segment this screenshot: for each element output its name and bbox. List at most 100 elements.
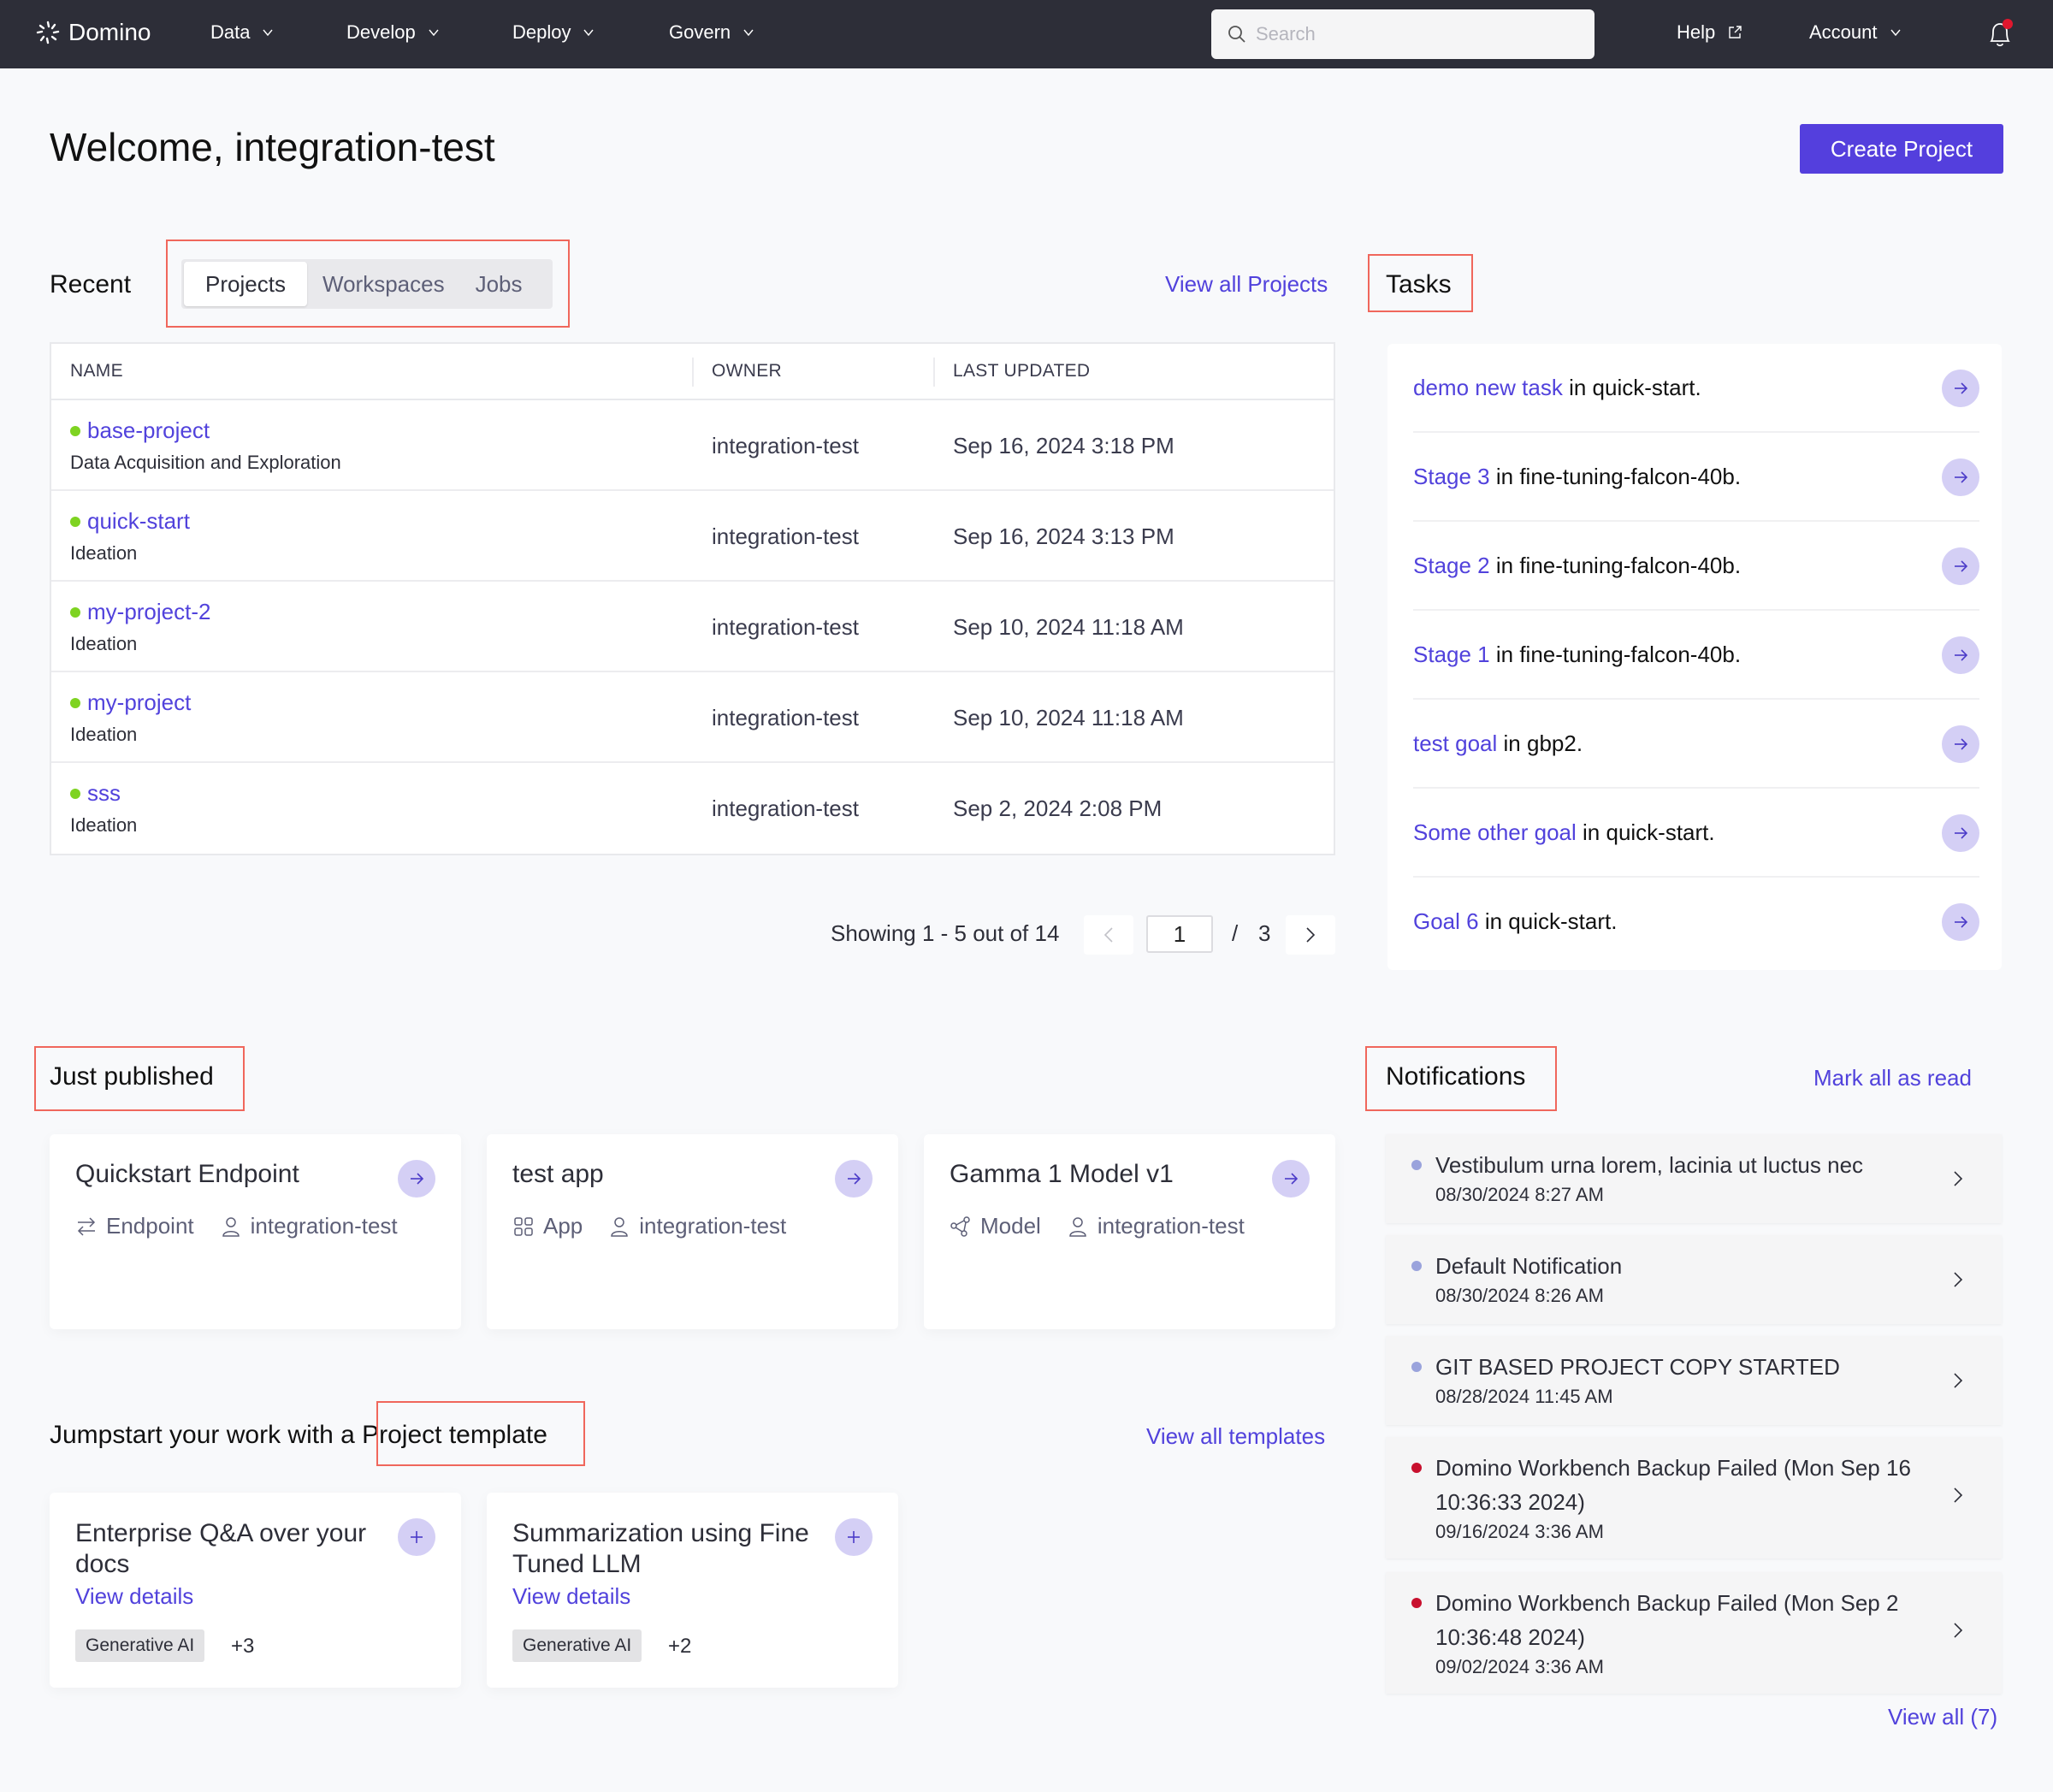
brand-logo[interactable]: Domino [36,19,151,46]
task-link[interactable]: Goal 6 [1413,908,1479,934]
next-page-button[interactable] [1286,915,1335,955]
project-link[interactable]: base-project [70,417,210,444]
nav-menu-label: Deploy [512,21,571,43]
more-tags-count[interactable]: +2 [668,1635,691,1659]
recent-section-title: Recent [50,270,132,299]
notification-item[interactable]: Default Notification 08/30/2024 8:26 AM [1386,1235,2002,1324]
nav-menu-develop[interactable]: Develop [346,21,440,44]
page-number-input[interactable] [1146,915,1213,953]
column-header-owner[interactable]: OWNER [712,361,782,381]
task-item[interactable]: Goal 6 in quick-start. [1413,878,1979,967]
table-header: NAME OWNER LAST UPDATED [51,344,1334,400]
external-link-icon [1729,26,1742,38]
project-last-updated: Sep 10, 2024 11:18 AM [953,705,1184,730]
open-published-button[interactable] [1272,1160,1310,1198]
task-item[interactable]: test goal in gbp2. [1413,700,1979,789]
published-card[interactable]: Quickstart Endpoint Endpoint integration… [50,1134,461,1329]
recent-projects-table: NAME OWNER LAST UPDATED base-project Dat… [50,342,1335,855]
more-tags-count[interactable]: +3 [231,1635,254,1659]
task-link[interactable]: demo new task [1413,375,1563,400]
status-dot [70,788,80,799]
task-item[interactable]: demo new task in quick-start. [1413,344,1979,433]
template-card[interactable]: Enterprise Q&A over your docs View detai… [50,1493,461,1688]
page-title: Welcome, integration-test [50,125,495,169]
open-published-button[interactable] [835,1160,873,1198]
notification-item[interactable]: GIT BASED PROJECT COPY STARTED 08/28/202… [1386,1336,2002,1425]
column-header-last-updated[interactable]: LAST UPDATED [953,361,1090,381]
notifications-bell-icon[interactable] [1986,17,2014,51]
project-link[interactable]: my-project-2 [70,599,210,625]
open-task-button[interactable] [1942,547,1979,585]
project-link[interactable]: quick-start [70,508,190,535]
search-input[interactable] [1256,23,1581,45]
task-link[interactable]: Stage 2 [1413,553,1490,578]
published-card[interactable]: test app App integration-test [487,1134,898,1329]
error-dot [1411,1463,1422,1473]
published-item-type: Model [980,1213,1041,1239]
table-row[interactable]: base-project Data Acquisition and Explor… [51,400,1334,491]
open-task-button[interactable] [1942,636,1979,674]
tab-projects[interactable]: Projects [184,262,307,306]
view-details-link[interactable]: View details [512,1583,630,1610]
create-project-button[interactable]: Create Project [1800,124,2003,174]
domino-logo-icon [36,21,60,44]
project-link[interactable]: my-project [70,689,191,716]
previous-page-button[interactable] [1084,915,1133,955]
task-link[interactable]: Some other goal [1413,819,1577,845]
task-item[interactable]: Stage 2 in fine-tuning-falcon-40b. [1413,522,1979,611]
task-item[interactable]: Stage 1 in fine-tuning-falcon-40b. [1413,611,1979,700]
arrow-right-icon [1955,738,1968,750]
template-card[interactable]: Summarization using Fine Tuned LLM View … [487,1493,898,1688]
nav-menu-govern[interactable]: Govern [669,21,754,44]
table-row[interactable]: sss Ideation integration-test Sep 2, 202… [51,763,1334,854]
chevron-right-icon [1954,1373,1963,1388]
notification-item[interactable]: Vestibulum urna lorem, lacinia ut luctus… [1386,1134,2002,1223]
task-link[interactable]: Stage 1 [1413,642,1490,667]
template-tag: Generative AI [75,1629,205,1662]
view-all-notifications-link[interactable]: View all (7) [1888,1704,1997,1730]
table-row[interactable]: my-project-2 Ideation integration-test S… [51,582,1334,672]
view-all-templates-link[interactable]: View all templates [1146,1423,1325,1450]
tab-jobs[interactable]: Jobs [460,262,538,306]
task-link[interactable]: Stage 3 [1413,464,1490,489]
open-task-button[interactable] [1942,903,1979,941]
table-row[interactable]: quick-start Ideation integration-test Se… [51,491,1334,582]
nav-menu-deploy[interactable]: Deploy [512,21,595,44]
project-stage: Ideation [70,633,138,654]
notification-item[interactable]: Domino Workbench Backup Failed (Mon Sep … [1386,1437,2002,1558]
user-icon [222,1216,240,1237]
arrow-right-icon [1285,1173,1299,1185]
notification-title: GIT BASED PROJECT COPY STARTED [1435,1354,1840,1380]
task-item[interactable]: Some other goal in quick-start. [1413,789,1979,878]
recent-tabs: Projects Workspaces Jobs [181,259,553,309]
use-template-button[interactable] [835,1518,873,1556]
project-link[interactable]: sss [70,780,121,807]
task-context: in quick-start. [1576,819,1715,845]
chevron-right-icon [1954,1623,1963,1638]
table-row[interactable]: my-project Ideation integration-test Sep… [51,672,1334,763]
task-context: in fine-tuning-falcon-40b. [1489,553,1742,578]
global-search[interactable] [1211,9,1594,59]
open-task-button[interactable] [1942,725,1979,763]
open-task-button[interactable] [1942,370,1979,407]
task-link[interactable]: test goal [1413,730,1497,756]
view-all-projects-link[interactable]: View all Projects [1165,271,1328,298]
status-dot [70,697,80,708]
view-details-link[interactable]: View details [75,1583,193,1610]
published-card[interactable]: Gamma 1 Model v1 Model integration-test [924,1134,1335,1329]
notification-time: 09/16/2024 3:36 AM [1435,1521,1604,1542]
task-item[interactable]: Stage 3 in fine-tuning-falcon-40b. [1413,433,1979,522]
tab-workspaces[interactable]: Workspaces [307,262,460,306]
use-template-button[interactable] [398,1518,435,1556]
column-header-name[interactable]: NAME [70,361,123,381]
open-task-button[interactable] [1942,458,1979,496]
open-task-button[interactable] [1942,814,1979,852]
task-text: Stage 2 in fine-tuning-falcon-40b. [1413,553,1741,579]
mark-all-read-link[interactable]: Mark all as read [1813,1065,1972,1091]
published-item-title: Gamma 1 Model v1 [950,1160,1174,1188]
account-menu[interactable]: Account [1809,21,1902,44]
notification-item[interactable]: Domino Workbench Backup Failed (Mon Sep … [1386,1572,2002,1694]
nav-menu-data[interactable]: Data [210,21,274,44]
open-published-button[interactable] [398,1160,435,1198]
help-link[interactable]: Help [1677,21,1742,44]
